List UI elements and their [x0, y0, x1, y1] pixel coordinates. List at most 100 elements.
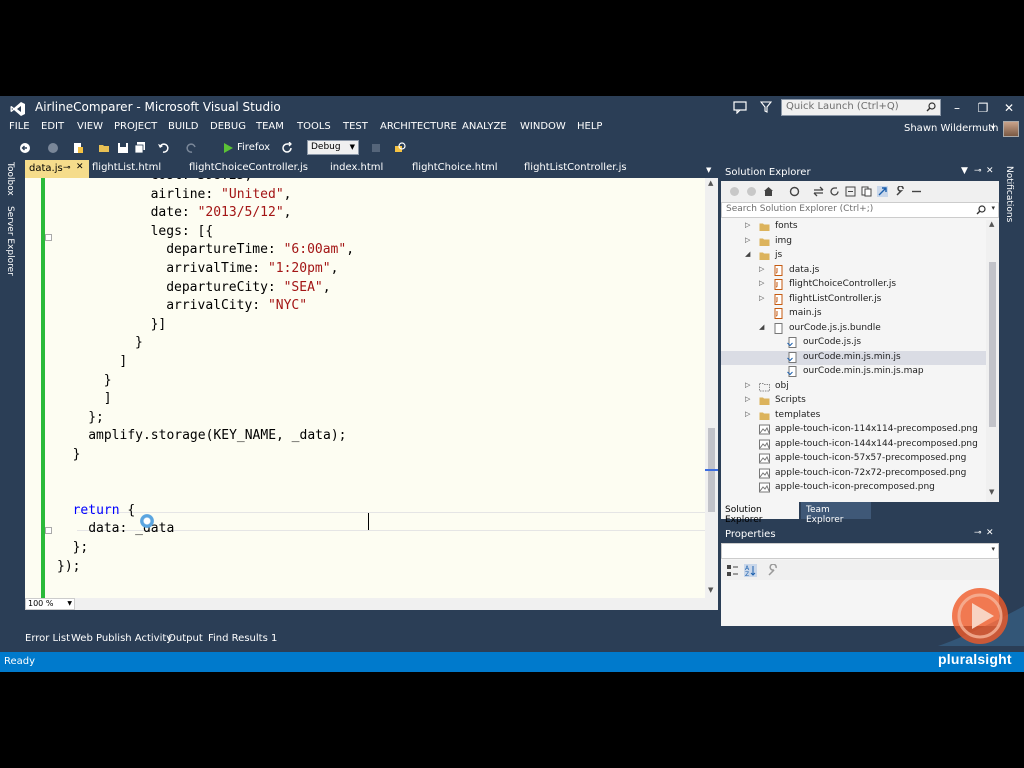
toolbox-tab[interactable]: Toolbox — [5, 162, 15, 196]
expand-arrow-icon[interactable]: ▷ — [759, 265, 764, 273]
code-line[interactable]: return { — [73, 503, 136, 521]
solution-tree[interactable]: ▷ fonts ▷ img ◢ js ▷ data.js ▷ flightChoiceContro… — [721, 220, 986, 500]
quick-launch-input[interactable]: Quick Launch (Ctrl+Q) — [781, 99, 941, 116]
zoom-dropdown[interactable]: 100 % ▼ — [25, 598, 75, 610]
properties-wrench-icon[interactable] — [895, 186, 906, 197]
code-line[interactable]: data: _data — [88, 521, 174, 539]
tree-item[interactable]: ◢ ourCode.js.js.bundle — [721, 322, 986, 336]
refresh-icon[interactable] — [829, 186, 840, 197]
tab-flightlist-html[interactable]: flightList.html — [92, 162, 161, 173]
tab-overflow-chevron-down-icon[interactable]: ▼ — [706, 166, 711, 174]
menu-window[interactable]: WINDOW — [520, 121, 566, 132]
code-line[interactable]: } — [135, 335, 143, 353]
refresh-icon[interactable] — [281, 142, 293, 154]
expand-arrow-icon[interactable]: ▷ — [745, 410, 750, 418]
code-line[interactable]: ] — [104, 391, 112, 409]
tree-item[interactable]: ourCode.min.js.min.js.map — [721, 365, 986, 379]
menu-test[interactable]: TEST — [343, 121, 368, 132]
pin-icon[interactable]: ⊸ — [63, 163, 71, 173]
menu-file[interactable]: FILE — [9, 121, 30, 132]
user-name[interactable]: Shawn Wildermuth — [904, 123, 999, 134]
menu-analyze[interactable]: ANALYZE — [462, 121, 507, 132]
tab-team-explorer[interactable]: Team Explorer — [801, 502, 871, 525]
notifications-tab[interactable]: Notifications — [1004, 166, 1014, 222]
tab-output[interactable]: Output — [168, 633, 203, 644]
tree-item[interactable]: ▷ fonts — [721, 220, 986, 234]
collapse-arrow-icon[interactable]: ◢ — [745, 250, 750, 258]
tree-item[interactable]: ourCode.min.js.min.js — [721, 350, 986, 365]
server-explorer-tab[interactable]: Server Explorer — [5, 206, 15, 276]
open-file-icon[interactable] — [98, 142, 110, 154]
code-line[interactable]: arrivalTime: "1:20pm", — [166, 261, 338, 279]
tab-find-results[interactable]: Find Results 1 — [208, 633, 277, 644]
code-line[interactable]: ] — [119, 354, 127, 372]
code-line[interactable]: amplify.storage(KEY_NAME, _data); — [88, 428, 346, 446]
code-line[interactable]: }; — [88, 410, 104, 428]
tree-item[interactable]: ◢ js — [721, 249, 986, 263]
code-line[interactable]: }] — [151, 317, 167, 335]
tab-web-publish-activity[interactable]: Web Publish Activity — [71, 633, 172, 644]
code-line[interactable]: date: "2013/5/12", — [151, 205, 292, 223]
tree-item[interactable]: main.js — [721, 307, 986, 321]
tree-item[interactable]: ▷ data.js — [721, 264, 986, 278]
track-active-item-icon[interactable] — [877, 186, 888, 197]
tab-solution-explorer[interactable]: Solution Explorer — [721, 502, 799, 525]
solution-explorer-scrollbar[interactable]: ▲ ▼ — [986, 220, 999, 502]
menu-view[interactable]: VIEW — [77, 121, 103, 132]
sync-icon[interactable] — [813, 186, 824, 197]
tree-item[interactable]: ▷ flightListController.js — [721, 293, 986, 307]
code-line[interactable]: departureTime: "6:00am", — [166, 242, 354, 260]
run-target-label[interactable]: Firefox — [237, 142, 270, 153]
scroll-down-icon[interactable]: ▼ — [708, 586, 713, 594]
find-icon[interactable] — [394, 142, 406, 154]
close-icon[interactable]: ✕ — [76, 162, 84, 172]
undo-icon[interactable] — [157, 142, 169, 154]
panel-dropdown-chevron-down-icon[interactable]: ▼ — [961, 166, 968, 176]
avatar[interactable] — [1003, 121, 1019, 137]
expand-arrow-icon[interactable]: ▷ — [759, 294, 764, 302]
code-lines[interactable]: cost: 398.25,airline: "United",date: "20… — [25, 178, 705, 598]
collapse-all-icon[interactable] — [845, 186, 856, 197]
home-icon[interactable] — [763, 186, 774, 197]
code-line[interactable]: } — [104, 373, 112, 391]
tree-item[interactable]: ▷ Scripts — [721, 394, 986, 408]
navigate-back-icon[interactable] — [19, 142, 31, 154]
solution-explorer-search-input[interactable]: Search Solution Explorer (Ctrl+;) ▾ — [721, 202, 999, 218]
code-line[interactable]: }); — [57, 559, 80, 577]
expand-arrow-icon[interactable]: ▷ — [745, 236, 750, 244]
tree-item[interactable]: apple-touch-icon-114x114-precomposed.png — [721, 423, 986, 437]
panel-pin-icon[interactable]: ⊸ — [974, 528, 982, 538]
menu-architecture[interactable]: ARCHITECTURE — [380, 121, 457, 132]
tab-data-js[interactable]: data.js ⊸ ✕ — [25, 160, 89, 178]
pending-changes-filter-icon[interactable] — [789, 186, 800, 197]
panel-pin-icon[interactable]: ⊸ — [974, 166, 982, 176]
save-icon[interactable] — [117, 142, 129, 154]
minimize-button[interactable]: – — [947, 100, 967, 116]
preview-selected-items-icon[interactable] — [911, 186, 922, 197]
menu-help[interactable]: HELP — [577, 121, 602, 132]
expand-arrow-icon[interactable]: ▷ — [745, 381, 750, 389]
show-all-files-icon[interactable] — [861, 186, 872, 197]
tree-item[interactable]: ourCode.js.js — [721, 336, 986, 350]
scroll-up-icon[interactable]: ▲ — [989, 220, 994, 228]
menu-tools[interactable]: TOOLS — [297, 121, 331, 132]
redo-icon[interactable] — [186, 142, 198, 154]
editor-vertical-scrollbar[interactable]: ▲ ▼ — [705, 178, 718, 598]
navigate-forward-icon[interactable] — [47, 142, 59, 154]
code-line[interactable]: arrivalCity: "NYC" — [166, 298, 307, 316]
expand-arrow-icon[interactable]: ▷ — [745, 395, 750, 403]
menu-debug[interactable]: DEBUG — [210, 121, 246, 132]
scroll-down-icon[interactable]: ▼ — [989, 488, 994, 496]
breakpoint-icon[interactable] — [370, 142, 382, 154]
filter-icon[interactable] — [760, 101, 772, 113]
expand-arrow-icon[interactable]: ▷ — [759, 279, 764, 287]
tree-item[interactable]: apple-touch-icon-precomposed.png — [721, 481, 986, 495]
expand-arrow-icon[interactable]: ▷ — [745, 221, 750, 229]
tree-item[interactable]: apple-touch-icon-144x144-precomposed.png — [721, 438, 986, 452]
solution-configuration-dropdown[interactable]: Debug ▼ — [307, 140, 359, 155]
code-editor[interactable]: cost: 398.25,airline: "United",date: "20… — [25, 178, 718, 610]
panel-close-icon[interactable]: ✕ — [986, 528, 994, 538]
scroll-up-icon[interactable]: ▲ — [708, 179, 713, 187]
code-line[interactable]: departureCity: "SEA", — [166, 280, 330, 298]
search-options-chevron-down-icon[interactable]: ▾ — [991, 204, 995, 212]
